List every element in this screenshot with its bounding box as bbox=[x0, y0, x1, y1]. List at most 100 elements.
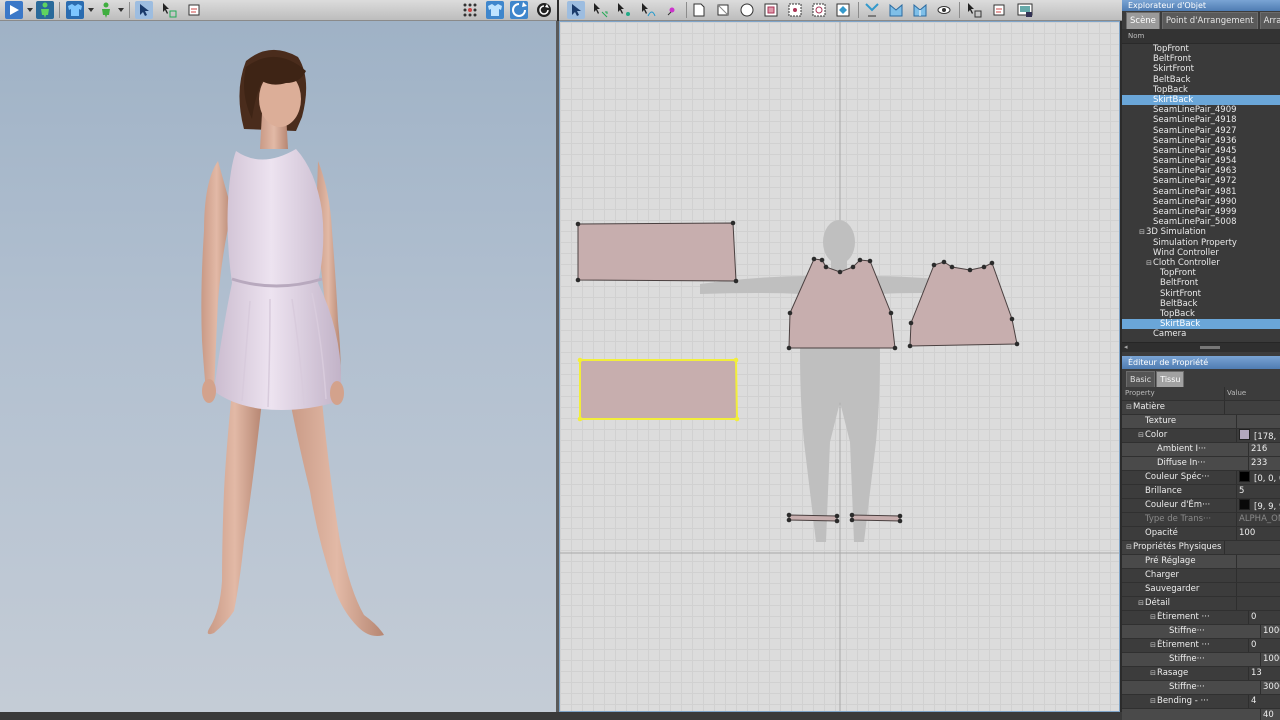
pattern-point[interactable] bbox=[967, 267, 973, 273]
viewport-2d[interactable] bbox=[559, 21, 1120, 712]
property-value[interactable] bbox=[1236, 597, 1280, 610]
property-expander-icon[interactable]: ⊟ bbox=[1137, 597, 1145, 610]
pattern-point[interactable] bbox=[850, 264, 856, 270]
pattern-point[interactable] bbox=[849, 517, 855, 523]
property-row[interactable]: Couleur Spéc··· [0, 0, 0] ( bbox=[1122, 471, 1280, 485]
property-row[interactable]: ⊟Bending - ··· 4 bbox=[1122, 695, 1280, 709]
pattern-point[interactable] bbox=[734, 416, 740, 422]
property-value[interactable]: 100 bbox=[1236, 527, 1280, 540]
tab-scene[interactable]: Scène bbox=[1126, 12, 1160, 29]
color-swatch[interactable] bbox=[1239, 471, 1250, 482]
property-row[interactable]: Stiffne··· 1000 bbox=[1122, 625, 1280, 639]
property-row[interactable]: Diffuse In··· 233 bbox=[1122, 457, 1280, 471]
property-value[interactable] bbox=[1224, 401, 1280, 414]
pattern-point[interactable] bbox=[888, 310, 894, 316]
pattern-point[interactable] bbox=[989, 260, 995, 266]
tab-arrangement-point[interactable]: Point d'Arrangement bbox=[1161, 12, 1258, 29]
color-swatch[interactable] bbox=[1239, 499, 1250, 510]
screenshot-icon[interactable] bbox=[1016, 1, 1034, 19]
dropdown-arrow-icon[interactable] bbox=[87, 1, 95, 19]
tree-item[interactable]: SeamLinePair_4963 bbox=[1122, 166, 1280, 176]
property-row[interactable]: Stiffne··· 30000 bbox=[1122, 681, 1280, 695]
tree-item[interactable]: TopBack bbox=[1122, 309, 1280, 319]
avatar-green-icon[interactable] bbox=[36, 1, 54, 19]
sewing-icon[interactable] bbox=[887, 1, 905, 19]
property-expander-icon[interactable]: ⊟ bbox=[1137, 429, 1145, 442]
property-value[interactable]: 4 bbox=[1248, 695, 1280, 708]
property-row[interactable]: Stiffne··· 1000 bbox=[1122, 653, 1280, 667]
property-row[interactable]: Brillance 5 bbox=[1122, 485, 1280, 499]
note-icon[interactable] bbox=[185, 1, 203, 19]
select-pattern-icon[interactable] bbox=[965, 1, 983, 19]
pattern-point[interactable] bbox=[786, 345, 792, 351]
pattern-point[interactable] bbox=[786, 512, 792, 518]
property-value[interactable]: 0 bbox=[1248, 611, 1280, 624]
tree-expander-icon[interactable]: ⊟ bbox=[1138, 227, 1146, 237]
refresh-icon[interactable] bbox=[510, 1, 528, 19]
scroll-left-icon[interactable]: ◂ bbox=[1124, 343, 1128, 352]
tree-item[interactable]: SkirtFront bbox=[1122, 64, 1280, 74]
property-value[interactable]: 40 bbox=[1260, 709, 1280, 720]
pattern-point[interactable] bbox=[834, 513, 840, 519]
property-row[interactable]: Ambient I··· 216 bbox=[1122, 443, 1280, 457]
pattern-point[interactable] bbox=[981, 264, 987, 270]
tree-item[interactable]: ⊟Cloth Controller bbox=[1122, 258, 1280, 268]
scroll-thumb[interactable] bbox=[1200, 346, 1220, 349]
tree-item[interactable]: SeamLinePair_4954 bbox=[1122, 156, 1280, 166]
dart-icon[interactable] bbox=[786, 1, 804, 19]
pattern-piece-skirt-front[interactable] bbox=[579, 359, 739, 420]
property-row[interactable]: ⊟Étirement ··· 0 bbox=[1122, 611, 1280, 625]
pleat-icon[interactable] bbox=[810, 1, 828, 19]
tree-item[interactable]: BeltFront bbox=[1122, 278, 1280, 288]
property-value[interactable]: 13 bbox=[1248, 667, 1280, 680]
tree-item[interactable]: BeltBack bbox=[1122, 299, 1280, 309]
tree-item[interactable]: TopBack bbox=[1122, 85, 1280, 95]
property-value[interactable]: 216 bbox=[1248, 443, 1280, 456]
property-row[interactable]: Pré Réglage bbox=[1122, 555, 1280, 569]
pattern-point[interactable] bbox=[575, 221, 581, 227]
tree-item[interactable]: SkirtBack bbox=[1122, 94, 1280, 106]
tree-item[interactable]: SkirtFront bbox=[1122, 289, 1280, 299]
pattern-point[interactable] bbox=[857, 257, 863, 263]
property-row[interactable]: Opacité 100 bbox=[1122, 527, 1280, 541]
tree-item[interactable]: Camera bbox=[1122, 329, 1280, 339]
property-row[interactable]: ⊟Détail bbox=[1122, 597, 1280, 611]
pattern-piece-belt-front[interactable] bbox=[577, 222, 737, 282]
pattern-point[interactable] bbox=[941, 259, 947, 265]
pattern-point[interactable] bbox=[837, 269, 843, 275]
fold-icon[interactable] bbox=[911, 1, 929, 19]
tree-item[interactable]: SeamLinePair_4918 bbox=[1122, 115, 1280, 125]
property-expander-icon[interactable]: ⊟ bbox=[1125, 541, 1133, 554]
property-value[interactable] bbox=[1236, 583, 1280, 596]
property-row[interactable]: Couleur d'Ém··· [9, 9, 9] ( bbox=[1122, 499, 1280, 513]
avatar-icon[interactable] bbox=[97, 1, 115, 19]
color-swatch[interactable] bbox=[1239, 429, 1250, 440]
tree-item[interactable]: TopFront bbox=[1122, 268, 1280, 278]
dropdown-arrow-icon[interactable] bbox=[117, 1, 125, 19]
tree-item[interactable]: SeamLinePair_4972 bbox=[1122, 176, 1280, 186]
pattern-point[interactable] bbox=[733, 357, 739, 363]
property-value[interactable]: [9, 9, 9] ( bbox=[1236, 499, 1280, 512]
tree-item[interactable]: SeamLinePair_5008 bbox=[1122, 217, 1280, 227]
pin-icon[interactable] bbox=[663, 1, 681, 19]
dropdown-arrow-icon[interactable] bbox=[26, 1, 34, 19]
pattern-point[interactable] bbox=[1014, 341, 1020, 347]
shirt-icon[interactable] bbox=[486, 1, 504, 19]
pattern-point[interactable] bbox=[949, 264, 955, 270]
property-row[interactable]: 40 bbox=[1122, 709, 1280, 720]
polygon-icon[interactable] bbox=[714, 1, 732, 19]
rectangle-icon[interactable] bbox=[690, 1, 708, 19]
pattern-point[interactable] bbox=[849, 512, 855, 518]
tree-item[interactable]: BeltFront bbox=[1122, 54, 1280, 64]
property-row[interactable]: ⊟Rasage 13 bbox=[1122, 667, 1280, 681]
play-icon[interactable] bbox=[5, 1, 23, 19]
pattern-point[interactable] bbox=[931, 262, 937, 268]
annotation-icon[interactable] bbox=[990, 1, 1008, 19]
tree-item[interactable]: SkirtBack bbox=[1122, 319, 1280, 330]
reset-icon[interactable] bbox=[535, 1, 553, 19]
property-value[interactable]: ALPHA_ONE bbox=[1236, 513, 1280, 526]
garment-icon[interactable] bbox=[66, 1, 84, 19]
pattern-point[interactable] bbox=[892, 345, 898, 351]
notch-icon[interactable] bbox=[834, 1, 852, 19]
pattern-piece-cuff-left[interactable] bbox=[788, 514, 838, 522]
